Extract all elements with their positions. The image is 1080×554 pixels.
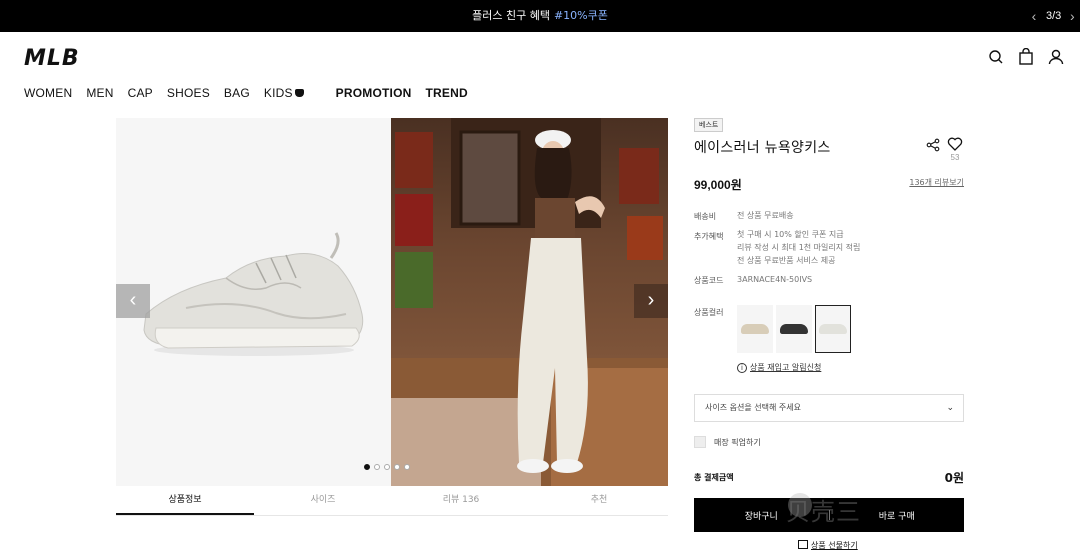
color-label: 상품컬러 <box>694 308 724 317</box>
gallery-next-icon[interactable]: › <box>634 284 668 318</box>
tab-recommend[interactable]: 추천 <box>530 490 668 515</box>
like-count: 53 <box>950 153 960 162</box>
announcement-next-icon[interactable]: › <box>1070 8 1080 24</box>
nav-men[interactable]: MEN <box>86 86 113 100</box>
product-code-label: 상품코드 <box>694 276 724 285</box>
restock-label: 상품 재입고 알림신청 <box>750 363 822 372</box>
size-select[interactable]: 사이즈 옵션을 선택해 주세요 ⌄ <box>694 394 964 422</box>
tab-product-info[interactable]: 상품정보 <box>116 490 254 515</box>
announcement-prev-icon[interactable]: ‹ <box>1026 8 1042 24</box>
nav-women[interactable]: WOMEN <box>24 86 72 100</box>
shopping-bag-icon[interactable] <box>1018 47 1034 66</box>
nav-kids-label: KIDS <box>263 86 293 100</box>
nav-cap[interactable]: CAP <box>128 86 153 100</box>
gallery-prev-icon[interactable]: ‹ <box>116 284 150 318</box>
product-image-model <box>391 118 668 486</box>
shoe-thumbnail <box>741 324 769 334</box>
restock-alert-link[interactable]: i 상품 재입고 알림신청 <box>737 362 821 373</box>
size-select-placeholder: 사이즈 옵션을 선택해 주세요 <box>705 403 801 412</box>
color-swatches <box>737 305 851 353</box>
color-swatch[interactable] <box>776 305 812 353</box>
store-pickup-checkbox[interactable]: 매장 픽업하기 <box>694 436 761 448</box>
product-price: 99,000원 <box>694 178 742 192</box>
nav-kids[interactable]: KIDS <box>264 86 304 100</box>
gift-label: 상품 선물하기 <box>811 541 858 550</box>
announcement-counter: 3/3 <box>1046 10 1062 22</box>
bear-icon <box>294 88 304 97</box>
gallery-dot[interactable] <box>394 464 400 470</box>
user-icon[interactable] <box>1048 48 1064 66</box>
benefit-item: 리뷰 작성 시 최대 1천 마일리지 적립 <box>737 243 861 252</box>
share-icon[interactable] <box>926 138 940 152</box>
color-swatch[interactable] <box>737 305 773 353</box>
info-icon: i <box>737 363 747 373</box>
best-badge: 베스트 <box>694 118 724 132</box>
gallery-dot[interactable] <box>384 464 390 470</box>
header-icons <box>988 47 1064 66</box>
shoe-thumbnail <box>819 324 847 334</box>
nav-shoes[interactable]: SHOES <box>167 86 210 100</box>
shoe-thumbnail <box>780 324 808 334</box>
benefits-label: 추가혜택 <box>694 232 724 241</box>
gallery-dot[interactable] <box>364 464 370 470</box>
wishlist-heart-icon[interactable] <box>947 136 963 152</box>
total-price-label: 총 결제금액 <box>694 473 734 482</box>
store-pickup-label: 매장 픽업하기 <box>714 437 761 447</box>
color-swatch[interactable] <box>815 305 851 353</box>
main-nav: WOMEN MEN CAP SHOES BAG KIDS PROMOTION T… <box>24 86 482 100</box>
announcement-bar: 플러스 친구 혜택 #10%쿠폰 ‹ 3/3 › <box>0 0 1080 32</box>
watermark-text: 贝壳三 <box>786 498 861 526</box>
gallery-dot[interactable] <box>374 464 380 470</box>
nav-bag[interactable]: BAG <box>224 86 250 100</box>
mlb-logo[interactable]: MLB <box>24 46 80 71</box>
gift-icon <box>798 540 808 549</box>
tab-size[interactable]: 사이즈 <box>254 490 392 515</box>
total-price-value: 0원 <box>944 471 964 485</box>
benefit-item: 전 상품 무료반품 서비스 제공 <box>737 256 836 265</box>
product-tabs: 상품정보 사이즈 리뷰 136 추천 <box>116 490 668 516</box>
product-title: 에이스러너 뉴욕양키스 <box>694 140 831 156</box>
checkbox-icon <box>694 436 706 448</box>
shipping-value: 전 상품 무료배송 <box>737 211 794 220</box>
announcement-message[interactable]: 플러스 친구 혜택 #10%쿠폰 <box>0 0 1080 32</box>
nav-trend[interactable]: TREND <box>425 86 467 100</box>
gallery-dot[interactable] <box>404 464 410 470</box>
product-code-value: 3ARNACE4N-50IVS <box>737 275 813 284</box>
announcement-text: 플러스 친구 혜택 <box>472 9 550 22</box>
shipping-label: 배송비 <box>694 212 717 221</box>
reviews-link[interactable]: 136개 리뷰보기 <box>909 177 964 188</box>
search-icon[interactable] <box>988 48 1004 66</box>
product-gallery: ‹ › <box>116 118 668 486</box>
product-image-shoe <box>116 118 391 486</box>
nav-promotion[interactable]: PROMOTION <box>336 86 412 100</box>
chevron-down-icon: ⌄ <box>946 403 954 413</box>
benefit-item: 첫 구매 시 10% 할인 쿠폰 지급 <box>737 230 844 239</box>
announcement-highlight: #10%쿠폰 <box>553 9 608 22</box>
gift-link[interactable]: 상품 선물하기 <box>798 540 858 551</box>
benefits-list: 첫 구매 시 10% 할인 쿠폰 지급 리뷰 작성 시 최대 1천 마일리지 적… <box>737 228 860 267</box>
gallery-pagination <box>364 464 410 470</box>
tab-reviews[interactable]: 리뷰 136 <box>392 490 530 515</box>
